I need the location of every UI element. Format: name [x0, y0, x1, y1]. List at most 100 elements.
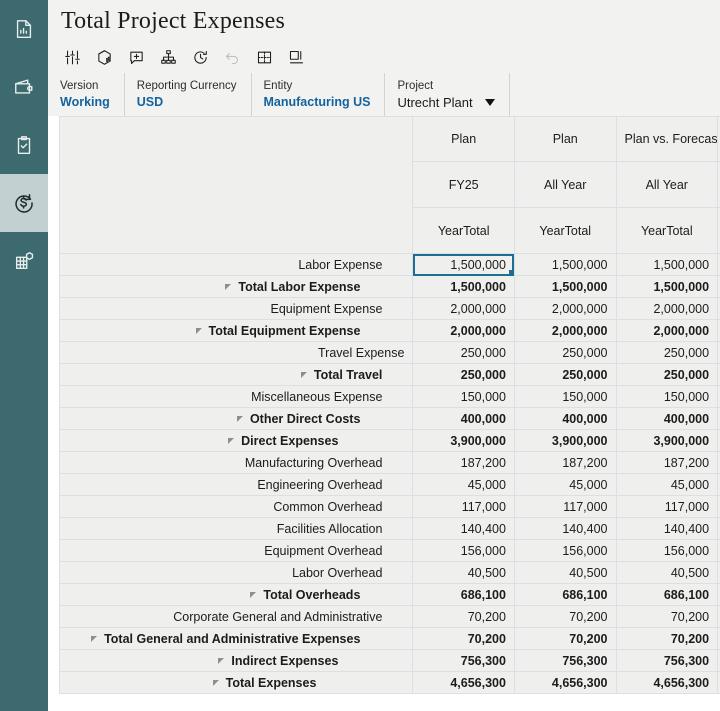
freeze-grid-button[interactable]: [250, 45, 279, 71]
column-header-period-2[interactable]: YearTotal: [615, 207, 719, 254]
data-cell[interactable]: 45,000: [513, 473, 617, 496]
data-cell[interactable]: 187,200: [615, 451, 719, 474]
column-header-year-2[interactable]: All Year: [615, 161, 719, 208]
column-header-scenario-2[interactable]: Plan vs. Forecast: [615, 116, 719, 162]
data-cell[interactable]: 686,100: [513, 583, 617, 606]
row-header-cell[interactable]: Labor Expense: [58, 253, 414, 276]
adjust-settings-button[interactable]: [58, 45, 87, 71]
data-cell[interactable]: 70,200: [615, 627, 719, 650]
data-cell[interactable]: 2,000,000: [412, 297, 515, 320]
row-header-cell[interactable]: Other Direct Costs: [58, 407, 414, 430]
hierarchy-button[interactable]: [154, 45, 183, 71]
data-cell[interactable]: 117,000: [513, 495, 617, 518]
row-header-cell[interactable]: Direct Expenses: [58, 429, 414, 452]
data-cell[interactable]: 2,000,000: [615, 319, 719, 342]
data-cell[interactable]: 2,000,000: [615, 297, 719, 320]
pov-project[interactable]: Project Utrecht Plant: [397, 73, 510, 116]
data-cell[interactable]: 756,300: [615, 649, 719, 672]
data-cell[interactable]: 187,200: [412, 451, 515, 474]
column-header-scenario-1[interactable]: Plan: [513, 116, 617, 162]
pov-value[interactable]: Utrecht Plant: [397, 94, 495, 111]
sidebar-item-data[interactable]: [0, 232, 48, 290]
data-cell[interactable]: 400,000: [615, 407, 719, 430]
data-cell[interactable]: 3,900,000: [412, 429, 515, 452]
layout-split-button[interactable]: [282, 45, 311, 71]
data-cell[interactable]: 150,000: [513, 385, 617, 408]
data-cell[interactable]: 40,500: [412, 561, 515, 584]
data-cell[interactable]: 1,500,000: [513, 253, 617, 276]
data-cell[interactable]: 70,200: [513, 605, 617, 628]
data-cell[interactable]: 1,500,000: [615, 275, 719, 298]
collapse-triangle-icon[interactable]: [228, 437, 235, 444]
collapse-triangle-icon[interactable]: [250, 591, 257, 598]
row-header-cell[interactable]: Total Equipment Expense: [58, 319, 414, 342]
data-cell[interactable]: 70,200: [513, 627, 617, 650]
data-cell[interactable]: 4,656,300: [412, 671, 515, 694]
row-header-cell[interactable]: Equipment Overhead: [58, 539, 414, 562]
data-cell[interactable]: 156,000: [412, 539, 515, 562]
column-header-period-0[interactable]: YearTotal: [412, 207, 515, 254]
data-cell[interactable]: 400,000: [513, 407, 617, 430]
data-cell[interactable]: 150,000: [412, 385, 515, 408]
data-cell[interactable]: 250,000: [412, 341, 515, 364]
collapse-triangle-icon[interactable]: [195, 327, 202, 334]
data-cell[interactable]: 4,656,300: [513, 671, 617, 694]
data-cell[interactable]: 40,500: [513, 561, 617, 584]
row-header-cell[interactable]: Common Overhead: [58, 495, 414, 518]
sidebar-item-financials[interactable]: [0, 174, 48, 232]
data-cell[interactable]: 117,000: [615, 495, 719, 518]
row-header-cell[interactable]: Total General and Administrative Expense…: [58, 627, 414, 650]
data-cell[interactable]: 70,200: [412, 605, 515, 628]
pov-version[interactable]: Version Working: [60, 73, 125, 116]
data-cell[interactable]: 150,000: [615, 385, 719, 408]
pov-value[interactable]: Working: [60, 94, 110, 111]
row-header-cell[interactable]: Manufacturing Overhead: [58, 451, 414, 474]
data-cell[interactable]: 756,300: [513, 649, 617, 672]
grid-container[interactable]: Plan Plan Plan vs. Forecast FY25 All Year All…: [48, 116, 720, 711]
data-cell[interactable]: 45,000: [412, 473, 515, 496]
data-cell[interactable]: 2,000,000: [412, 319, 515, 342]
data-cell[interactable]: 1,500,000: [412, 253, 515, 276]
column-header-year-1[interactable]: All Year: [513, 161, 617, 208]
data-cell[interactable]: 400,000: [412, 407, 515, 430]
data-cell[interactable]: 70,200: [412, 627, 515, 650]
collapse-triangle-icon[interactable]: [212, 679, 219, 686]
data-cell[interactable]: 250,000: [615, 363, 719, 386]
row-header-cell[interactable]: Equipment Expense: [58, 297, 414, 320]
row-header-cell[interactable]: Indirect Expenses: [58, 649, 414, 672]
sidebar-item-wallet[interactable]: [0, 58, 48, 116]
collapse-triangle-icon[interactable]: [300, 371, 307, 378]
row-header-cell[interactable]: Total Overheads: [58, 583, 414, 606]
column-header-period-1[interactable]: YearTotal: [513, 207, 617, 254]
data-cell[interactable]: 156,000: [513, 539, 617, 562]
data-cell[interactable]: 4,656,300: [615, 671, 719, 694]
history-button[interactable]: [186, 45, 215, 71]
pov-value[interactable]: USD: [137, 94, 237, 111]
data-cell[interactable]: 1,500,000: [412, 275, 515, 298]
data-cell[interactable]: 140,400: [513, 517, 617, 540]
column-header-scenario-0[interactable]: Plan: [412, 116, 515, 162]
row-header-cell[interactable]: Total Labor Expense: [58, 275, 414, 298]
chevron-down-icon[interactable]: [484, 98, 495, 106]
column-header-year-0[interactable]: FY25: [412, 161, 515, 208]
collapse-triangle-icon[interactable]: [225, 283, 232, 290]
data-cell[interactable]: 140,400: [615, 517, 719, 540]
data-cell[interactable]: 3,900,000: [513, 429, 617, 452]
data-cell[interactable]: 117,000: [412, 495, 515, 518]
collapse-triangle-icon[interactable]: [236, 415, 243, 422]
data-cell[interactable]: 187,200: [513, 451, 617, 474]
data-cell[interactable]: 756,300: [412, 649, 515, 672]
row-header-cell[interactable]: Facilities Allocation: [58, 517, 414, 540]
row-header-cell[interactable]: Miscellaneous Expense: [58, 385, 414, 408]
data-cell[interactable]: 156,000: [615, 539, 719, 562]
row-header-cell[interactable]: Total Expenses: [58, 671, 414, 694]
data-cell[interactable]: 2,000,000: [513, 297, 617, 320]
data-cell[interactable]: 3,900,000: [615, 429, 719, 452]
row-header-cell[interactable]: Corporate General and Administrative: [58, 605, 414, 628]
pov-entity[interactable]: Entity Manufacturing US: [264, 73, 386, 116]
add-comment-button[interactable]: [122, 45, 151, 71]
data-cell[interactable]: 40,500: [615, 561, 719, 584]
collapse-triangle-icon[interactable]: [90, 635, 97, 642]
data-cell[interactable]: 250,000: [513, 341, 617, 364]
pov-reporting-currency[interactable]: Reporting Currency USD: [137, 73, 252, 116]
